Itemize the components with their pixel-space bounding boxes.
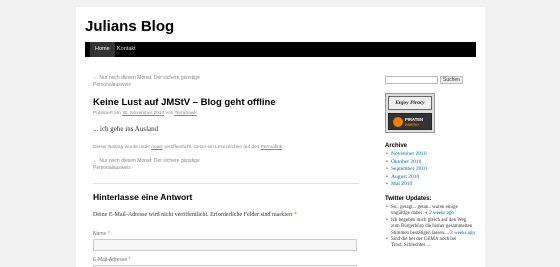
archive-link[interactable]: August 2010: [391, 174, 419, 180]
name-label: Name *: [93, 231, 110, 237]
tweet-item: So.. geragt... getan.. waren einige ungü…: [385, 205, 475, 218]
list-item: Mai 2010: [385, 181, 427, 189]
nav-previous-top[interactable]: ← Nur noch diesen Monat: Der sichere gün…: [93, 75, 223, 89]
tweet-time-link[interactable]: 2 weeks ago: [429, 211, 454, 216]
tweet-item: Ich begeben mich gleich auf den Weg zum …: [385, 218, 475, 237]
left-arrow-icon: ←: [93, 158, 98, 164]
pirate-flag-icon: [393, 117, 403, 127]
archive-list: November 2010 Oktober 2010 September 201…: [385, 151, 427, 189]
post-title[interactable]: Keine Lust auf JMStV – Blog geht offline: [93, 97, 276, 108]
post-content: ... ich gehe ins Ausland: [93, 125, 159, 133]
post-date-link[interactable]: 30. November 2010: [122, 111, 164, 116]
twitter-list: So.. geragt... getan.. waren einige ungü…: [385, 205, 475, 250]
menu-item-home[interactable]: Home: [90, 42, 115, 57]
list-item: November 2010: [385, 151, 427, 159]
left-arrow-icon: ←: [93, 75, 98, 81]
menu-item-kontakt[interactable]: Kontakt: [112, 42, 141, 57]
archive-link[interactable]: September 2010: [391, 166, 427, 172]
reply-notes: Deine E-Mail-Adresse wird nicht veröffen…: [93, 212, 297, 218]
nav-previous-bottom[interactable]: ← Nur noch diesen Monat: Der sichere gün…: [93, 158, 223, 172]
list-item: Oktober 2010: [385, 159, 427, 167]
site-title[interactable]: Julians Blog: [85, 18, 174, 35]
main-menu: Home Kontakt: [85, 42, 476, 57]
archive-link[interactable]: November 2010: [391, 151, 427, 157]
list-item: September 2010: [385, 166, 427, 174]
list-item: August 2010: [385, 174, 427, 182]
post-meta: Publiziert am 30. November 2010 von Terr…: [93, 111, 197, 116]
piratenpartei-logo: PIRATEN PARTEI: [388, 113, 432, 130]
nav-previous-label[interactable]: Nur noch diesen Monat: Der sichere günst…: [93, 158, 200, 171]
post-author-link[interactable]: Terrahawk: [175, 111, 197, 116]
archive-link[interactable]: Oktober 2010: [391, 159, 421, 165]
category-link[interactable]: news: [151, 145, 162, 150]
reply-title: Hinterlasse eine Antwort: [93, 192, 193, 202]
archive-title: Archive: [385, 143, 408, 149]
search-button[interactable]: Suchen: [440, 76, 463, 84]
search-input[interactable]: [385, 76, 438, 84]
tweet-item: Sind die bei der GEMA noch bei Trost..Sc…: [385, 237, 475, 250]
tweet-time-link[interactable]: 2 weeks ago: [450, 231, 475, 236]
email-label: E-Mail-Adresse *: [93, 257, 131, 263]
enjoy-piracy-banner: Enjoy Piracy: [388, 96, 432, 110]
enjoy-piracy-badge[interactable]: Enjoy Piracy PIRATEN PARTEI: [385, 93, 435, 133]
permalink-link[interactable]: Permalink: [261, 145, 282, 150]
name-field[interactable]: [93, 239, 357, 251]
archive-link[interactable]: Mai 2010: [391, 181, 412, 187]
divider: [93, 183, 359, 184]
post-footer: Dieser Beitrag wurde unter news veröffen…: [93, 145, 284, 150]
nav-previous-label[interactable]: Nur noch diesen Monat: Der sichere günst…: [93, 75, 200, 88]
twitter-title: Twitter Updates:: [385, 196, 432, 202]
required-mark: *: [293, 212, 297, 218]
